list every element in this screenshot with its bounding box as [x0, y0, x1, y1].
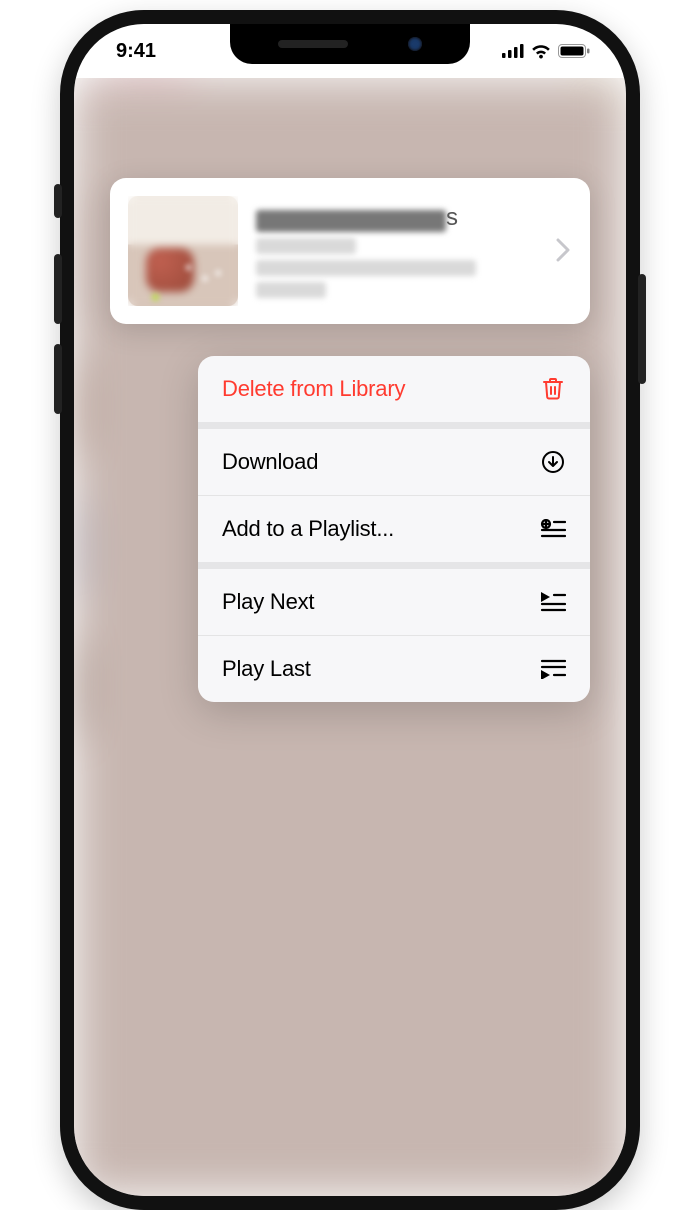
battery-icon — [558, 44, 590, 58]
volume-up-button — [54, 254, 62, 324]
track-subtitle-3-redacted — [256, 282, 326, 298]
track-subtitle-2-redacted — [256, 260, 476, 276]
content-area: s Delete from Library — [74, 78, 626, 1196]
status-time: 9:41 — [116, 40, 156, 63]
context-menu: Delete from Library Download — [198, 356, 590, 702]
track-preview-card[interactable]: s — [110, 178, 590, 324]
screen: 9:41 — [74, 24, 626, 1196]
menu-item-play-last[interactable]: Play Last — [198, 635, 590, 702]
track-subtitle-1-redacted — [256, 238, 356, 254]
menu-item-label: Delete from Library — [222, 376, 405, 402]
menu-item-label: Add to a Playlist... — [222, 516, 394, 542]
menu-item-label: Play Last — [222, 656, 311, 682]
menu-item-label: Download — [222, 449, 318, 475]
menu-item-delete-from-library[interactable]: Delete from Library — [198, 356, 590, 422]
download-icon — [540, 449, 566, 475]
wifi-icon — [530, 43, 552, 59]
trash-icon — [540, 376, 566, 402]
track-title-visible-suffix: s — [446, 204, 458, 232]
menu-item-download[interactable]: Download — [198, 422, 590, 495]
track-info: s — [256, 204, 538, 298]
album-artwork — [128, 196, 238, 306]
side-button — [638, 274, 646, 384]
menu-item-play-next[interactable]: Play Next — [198, 562, 590, 635]
mute-switch — [54, 184, 62, 218]
status-right — [502, 43, 590, 59]
status-bar: 9:41 — [74, 24, 626, 78]
iphone-frame: 9:41 — [60, 10, 640, 1210]
track-title-redacted — [256, 210, 446, 232]
menu-item-label: Play Next — [222, 589, 314, 615]
chevron-right-icon — [556, 233, 570, 270]
play-next-icon — [540, 589, 566, 615]
add-to-playlist-icon — [540, 516, 566, 542]
cellular-icon — [502, 44, 524, 58]
volume-down-button — [54, 344, 62, 414]
play-last-icon — [540, 656, 566, 682]
menu-item-add-to-playlist[interactable]: Add to a Playlist... — [198, 495, 590, 562]
